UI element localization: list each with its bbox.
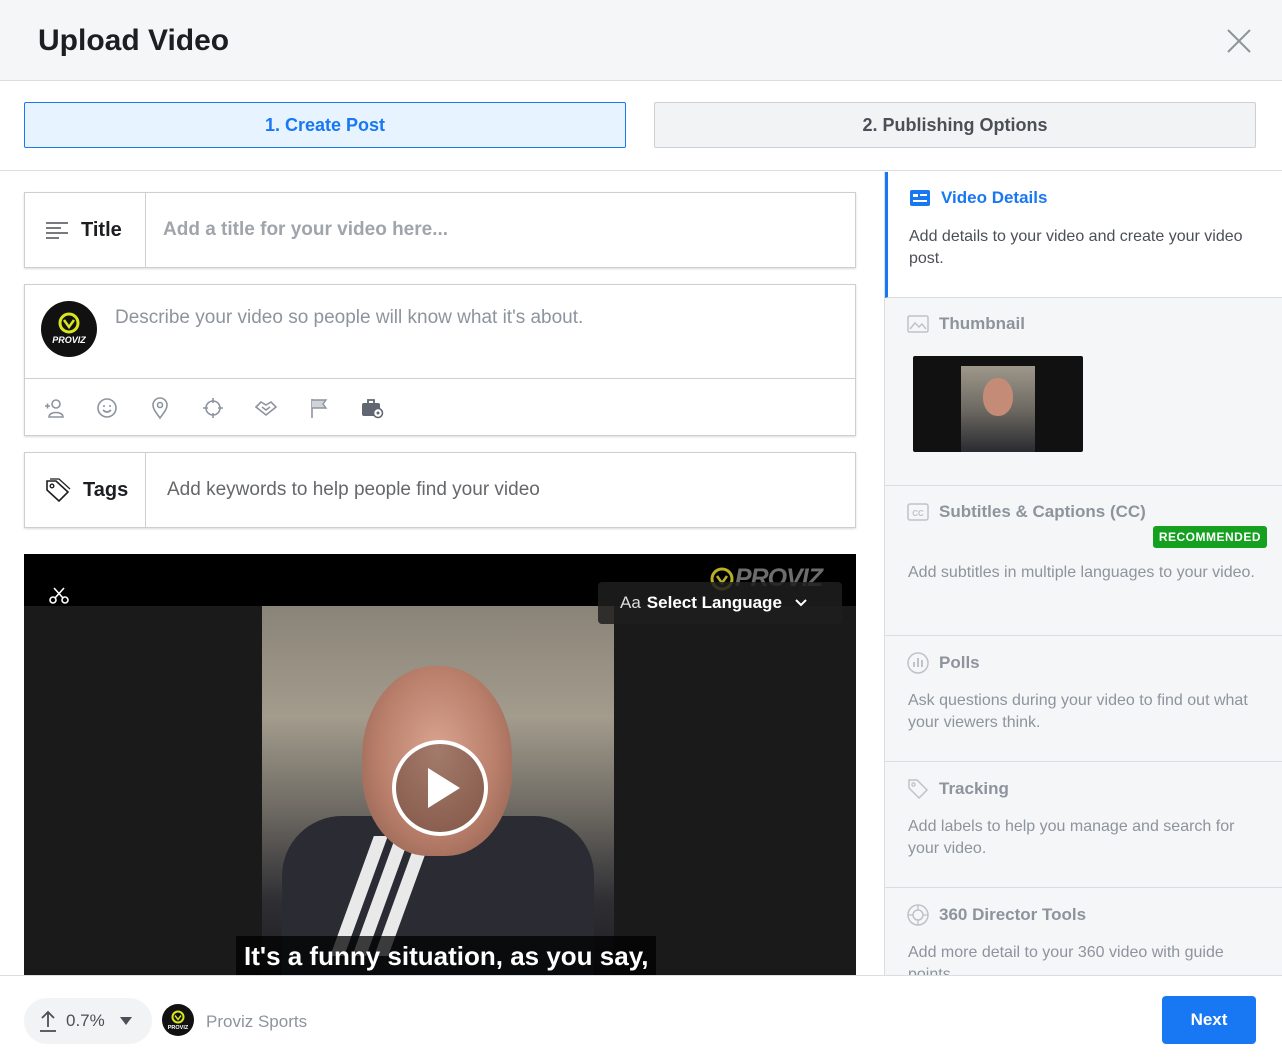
sidebar-item-360-director[interactable]: 360 Director Tools Add more detail to yo… (885, 888, 1282, 975)
crosshair-icon[interactable] (200, 395, 226, 421)
language-aa-icon: Aa (620, 593, 641, 612)
thumbnail-title: Thumbnail (939, 314, 1025, 333)
play-icon (428, 768, 460, 808)
poll-chart-icon (907, 652, 929, 674)
caret-down-icon (119, 1017, 132, 1025)
post-actions-bar (25, 378, 855, 436)
recommended-badge: RECOMMENDED (1152, 526, 1267, 548)
tag-icon (46, 478, 71, 502)
tags-input[interactable]: Add keywords to help people find your vi… (167, 453, 540, 527)
director-description: Add more detail to your 360 video with g… (908, 944, 1224, 975)
language-select-label: Select Language (646, 593, 782, 612)
sidebar-item-video-details[interactable]: Video Details Add details to your video … (885, 172, 1282, 298)
polls-description: Ask questions during your video to find … (908, 692, 1248, 731)
upload-progress-menu[interactable]: 0.7% (24, 998, 152, 1044)
subtitles-description: Add subtitles in multiple languages to y… (908, 564, 1255, 581)
image-icon (907, 315, 929, 333)
title-label: Title (81, 218, 122, 241)
chevron-down-icon (795, 599, 807, 607)
closed-captions-icon: CC (907, 503, 929, 521)
video-details-description: Add details to your video and create you… (909, 228, 1243, 267)
close-icon[interactable] (1226, 28, 1252, 54)
thumbnail-header: Thumbnail (907, 314, 1025, 334)
director-header: 360 Director Tools (907, 904, 1086, 926)
video-thumbnail[interactable] (913, 356, 1083, 452)
dialog-title: Upload Video (38, 24, 230, 57)
scissors-icon[interactable] (48, 584, 70, 606)
feeling-emoji-icon[interactable] (94, 395, 120, 421)
svg-text:CC: CC (912, 509, 924, 518)
tab-create-post[interactable]: 1. Create Post (24, 102, 626, 148)
title-field: Title Add a title for your video here... (24, 192, 856, 268)
thumbnail-face (983, 378, 1013, 416)
next-button[interactable]: Next (1162, 996, 1256, 1044)
subtitles-header: CC Subtitles & Captions (CC) (907, 502, 1146, 522)
sidebar-item-subtitles[interactable]: CC Subtitles & Captions (CC) RECOMMENDED… (885, 486, 1282, 636)
video-options-sidebar: Video Details Add details to your video … (884, 172, 1282, 975)
tags-label-cell: Tags (25, 453, 146, 527)
location-pin-icon[interactable] (147, 395, 173, 421)
subtitles-title: Subtitles & Captions (CC) (939, 502, 1146, 521)
flag-icon[interactable] (306, 395, 332, 421)
sidebar-item-thumbnail[interactable]: Thumbnail (885, 298, 1282, 486)
360-target-icon (907, 904, 929, 926)
tracking-description: Add labels to help you manage and search… (908, 818, 1235, 857)
video-details-icon (910, 190, 930, 206)
video-preview[interactable]: PROVIZ Aa Select Language It's a funny s… (24, 554, 856, 975)
sidebar-item-tracking[interactable]: Tracking Add labels to help you manage a… (885, 762, 1282, 888)
video-details-title: Video Details (941, 188, 1048, 207)
proviz-logo-icon: PROVIZ (52, 312, 86, 345)
label-tag-icon (908, 779, 929, 800)
dialog-footer: 0.7% PROVIZ Proviz Sports Next (0, 975, 1282, 1060)
upload-arrow-icon (40, 1010, 56, 1032)
tracking-header: Tracking (907, 778, 1009, 800)
description-input[interactable]: Describe your video so people will know … (115, 307, 583, 329)
title-input[interactable]: Add a title for your video here... (163, 193, 448, 267)
sidebar-item-polls[interactable]: Polls Ask questions during your video to… (885, 636, 1282, 762)
proviz-small-logo-icon: PROVIZ (168, 1010, 189, 1031)
tags-field: Tags Add keywords to help people find yo… (24, 452, 856, 528)
footer-page-avatar: PROVIZ (162, 1004, 194, 1036)
tab-publishing-options[interactable]: 2. Publishing Options (654, 102, 1256, 148)
page-avatar: PROVIZ (41, 301, 97, 357)
language-select[interactable]: Aa Select Language (598, 582, 842, 624)
play-button[interactable] (392, 740, 488, 836)
director-title: 360 Director Tools (939, 905, 1087, 924)
video-details-header: Video Details (909, 188, 1047, 208)
upload-progress-value: 0.7% (66, 1011, 105, 1030)
title-label-cell: Title (25, 193, 146, 267)
tracking-title: Tracking (939, 779, 1009, 798)
tag-people-icon[interactable] (41, 395, 67, 421)
polls-title: Polls (939, 653, 980, 672)
briefcase-gear-icon[interactable] (359, 395, 385, 421)
text-lines-icon (46, 222, 68, 239)
svg-text:PROVIZ: PROVIZ (52, 335, 86, 345)
polls-header: Polls (907, 652, 980, 674)
footer-page-name: Proviz Sports (206, 1012, 308, 1031)
create-post-form: Title Add a title for your video here...… (0, 172, 884, 975)
description-field: PROVIZ Describe your video so people wil… (24, 284, 856, 436)
step-tabs: 1. Create Post 2. Publishing Options (0, 81, 1282, 171)
tags-label: Tags (83, 478, 129, 501)
dialog-header: Upload Video (0, 0, 1282, 81)
sponsor-handshake-icon[interactable] (253, 395, 279, 421)
video-subtitle: It's a funny situation, as you say, (236, 936, 657, 975)
svg-text:PROVIZ: PROVIZ (168, 1025, 189, 1031)
